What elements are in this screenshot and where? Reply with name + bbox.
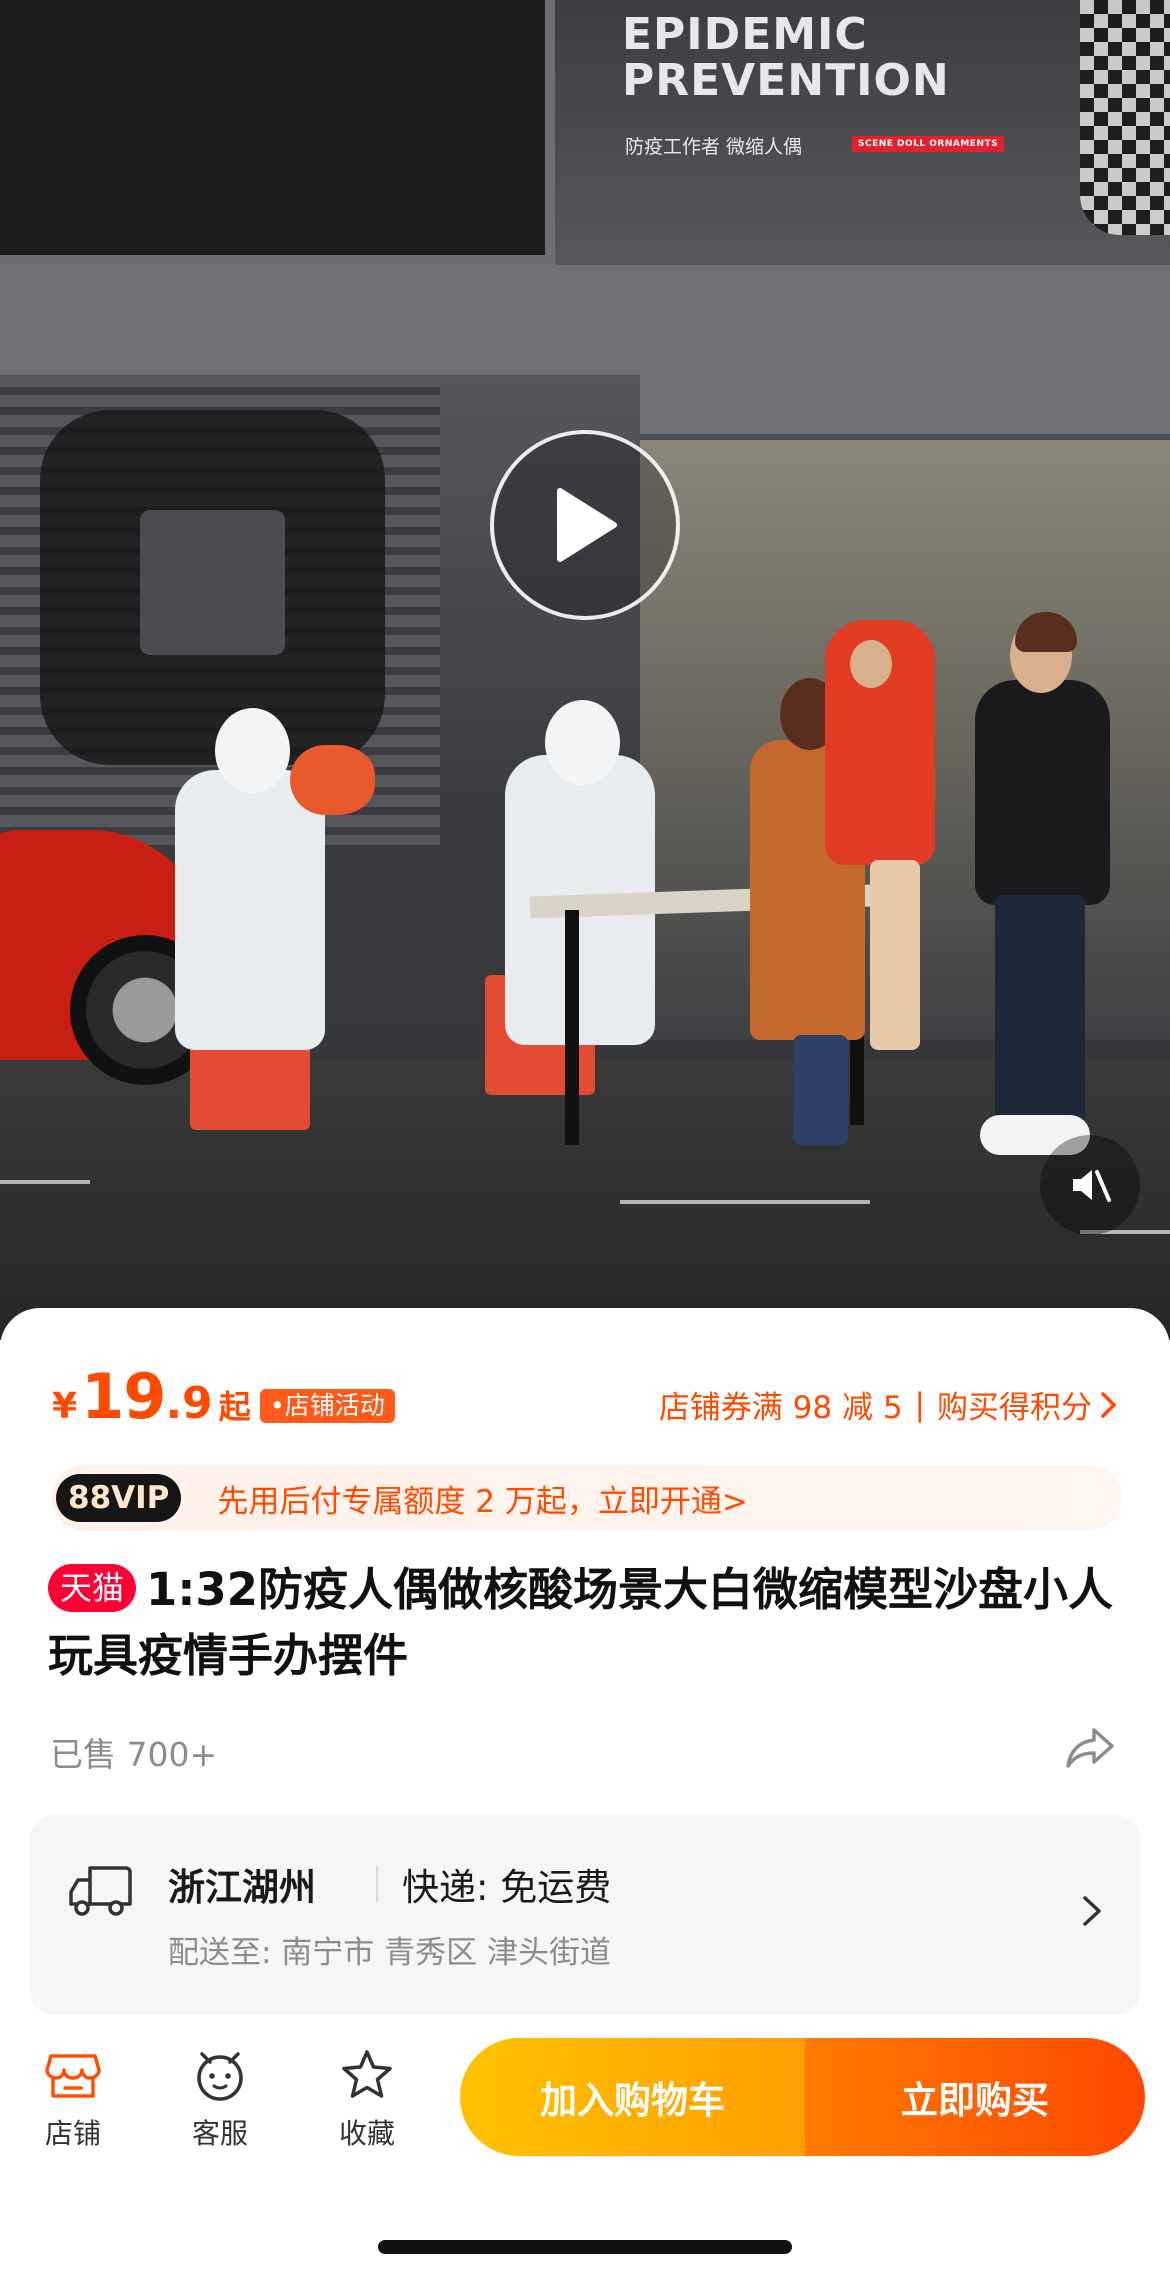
- tab-favorite-label: 收藏: [338, 2117, 395, 2150]
- wall-logo: [40, 410, 385, 765]
- star-icon: [342, 2050, 392, 2098]
- coupon-link[interactable]: 店铺券满 98 减 5 | 购买得积分: [659, 1382, 1118, 1427]
- video-subtitle-tag: SCENE DOLL ORNAMENTS: [852, 136, 1005, 152]
- wall-band: [0, 265, 1170, 375]
- worker-figure: [175, 770, 325, 1050]
- add-to-cart-button[interactable]: 加入购物车: [460, 2038, 805, 2156]
- buy-now-button[interactable]: 立即购买: [805, 2038, 1145, 2156]
- jacket-figure: [975, 680, 1110, 905]
- bottom-action-bar: 店铺 客服 收藏 加入购物车 立即购买: [0, 2018, 1170, 2178]
- home-indicator[interactable]: [378, 2240, 792, 2254]
- worker-head: [215, 708, 290, 793]
- megaphone: [290, 745, 375, 815]
- divider: [376, 1865, 378, 1903]
- tab-store[interactable]: 店铺: [18, 2048, 128, 2152]
- tab-favorite[interactable]: 收藏: [312, 2048, 422, 2152]
- chevron-right-icon: [1101, 1391, 1116, 1418]
- coupon-separator: |: [914, 1386, 925, 1423]
- tab-customer-service[interactable]: 客服: [165, 2048, 275, 2152]
- chevron-right-icon: [1083, 1896, 1101, 1926]
- tab-customer-service-label: 客服: [191, 2117, 248, 2150]
- ship-from: 浙江湖州: [168, 1866, 316, 1909]
- coupon-text: 店铺券满 98 减 5: [658, 1390, 903, 1426]
- price: ¥ 19 .9 起: [52, 1360, 251, 1433]
- price-suffix: 起: [218, 1388, 251, 1426]
- price-decimal: .9: [165, 1378, 213, 1429]
- share-icon[interactable]: [1062, 1720, 1118, 1776]
- customer-service-icon: [197, 2052, 243, 2101]
- worker-head: [545, 700, 620, 785]
- store-icon: [45, 2054, 101, 2098]
- store-activity-badge[interactable]: •店铺活动: [260, 1389, 395, 1423]
- points-text: 购买得积分: [937, 1390, 1092, 1426]
- tmall-badge: 天猫: [48, 1564, 137, 1612]
- dark-window: [0, 0, 555, 265]
- video-headline: EPIDEMIC PREVENTION: [622, 9, 950, 106]
- product-title-text: 1:32防疫人偶做核酸场景大白微缩模型沙盘小人玩具疫情手办摆件: [48, 1563, 1113, 1682]
- play-icon: [557, 488, 617, 562]
- price-integer: 19: [81, 1360, 166, 1433]
- sold-count: 已售 700+: [50, 1735, 218, 1774]
- vip-banner[interactable]: 88VIP 先用后付专属额度 2 万起，立即开通>: [52, 1465, 1122, 1531]
- vip-text: 先用后付专属额度 2 万起，立即开通>: [217, 1483, 748, 1520]
- product-title: 天猫 1:32防疫人偶做核酸场景大白微缩模型沙盘小人玩具疫情手办摆件: [48, 1557, 1128, 1689]
- ship-method: 快递: 免运费: [402, 1866, 612, 1909]
- truck-icon: [69, 1866, 132, 1916]
- vip-badge: 88VIP: [56, 1474, 182, 1522]
- ship-to: 配送至: 南宁市 青秀区 津头街道: [168, 1935, 612, 1971]
- mute-button[interactable]: [1040, 1135, 1140, 1235]
- delivery-section[interactable]: 浙江湖州 快递: 免运费 配送至: 南宁市 青秀区 津头街道: [30, 1815, 1140, 2015]
- garage-frame: [640, 370, 1170, 440]
- product-video[interactable]: EPIDEMIC PREVENTION 防疫工作者 微缩人偶 SCENE DOL…: [0, 0, 1170, 1340]
- video-subtitle: 防疫工作者 微缩人偶: [625, 136, 803, 158]
- price-currency: ¥: [52, 1386, 78, 1427]
- mute-icon: [1073, 1170, 1111, 1202]
- checkered-flag: [1080, 0, 1170, 235]
- play-button[interactable]: [490, 430, 680, 620]
- tab-store-label: 店铺: [44, 2117, 101, 2150]
